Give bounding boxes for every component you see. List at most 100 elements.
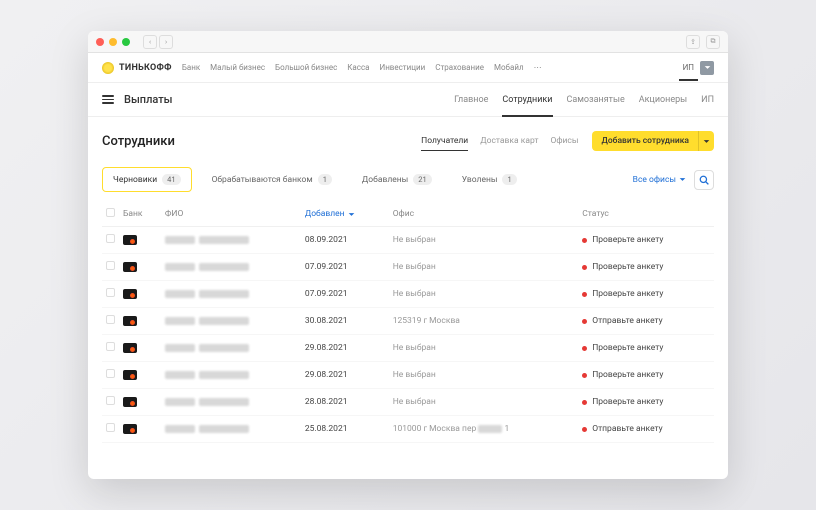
- fio-redacted: [165, 317, 297, 325]
- nav-link[interactable]: Малый бизнес: [210, 63, 265, 72]
- minimize-window-icon[interactable]: [109, 38, 117, 46]
- row-checkbox[interactable]: [106, 288, 115, 297]
- subnav-tab-active[interactable]: Сотрудники: [502, 95, 552, 105]
- chevron-down-icon: [679, 176, 686, 183]
- fio-redacted: [165, 344, 297, 352]
- col-added[interactable]: Добавлен: [301, 202, 389, 227]
- status-dot-icon: [582, 265, 587, 270]
- cell-date: 07.09.2021: [301, 254, 389, 281]
- status-tab[interactable]: Уволены1: [452, 167, 527, 192]
- cell-status: Проверьте анкету: [582, 235, 710, 245]
- row-checkbox[interactable]: [106, 261, 115, 270]
- cell-status: Проверьте анкету: [582, 262, 710, 272]
- nav-link[interactable]: Страхование: [435, 63, 484, 72]
- back-button[interactable]: ‹: [143, 35, 157, 49]
- col-fio[interactable]: ФИО: [161, 202, 301, 227]
- col-status[interactable]: Статус: [578, 202, 714, 227]
- cell-date: 30.08.2021: [301, 308, 389, 335]
- add-employee-dropdown[interactable]: [698, 131, 714, 151]
- table-row[interactable]: 28.08.2021Не выбранПроверьте анкету: [102, 389, 714, 416]
- office-filter[interactable]: Все офисы: [633, 175, 686, 185]
- top-nav: ТИНЬКОФФ Банк Малый бизнес Большой бизне…: [88, 53, 728, 83]
- cell-status: Проверьте анкету: [582, 397, 710, 407]
- office-filter-label: Все офисы: [633, 175, 676, 185]
- nav-link[interactable]: Большой бизнес: [275, 63, 337, 72]
- row-checkbox[interactable]: [106, 369, 115, 378]
- nav-link[interactable]: Инвестиции: [379, 63, 425, 72]
- table-row[interactable]: 30.08.2021125319 г МоскваОтправьте анкет…: [102, 308, 714, 335]
- bank-card-icon: [123, 316, 137, 326]
- brand-logo-icon: [102, 62, 114, 74]
- row-checkbox[interactable]: [106, 342, 115, 351]
- top-nav-links: Банк Малый бизнес Большой бизнес Касса И…: [182, 63, 542, 72]
- view-tab-active[interactable]: Получатели: [421, 136, 468, 146]
- cell-office: 101000 г Москва пер 1: [389, 416, 579, 443]
- titlebar: ‹ › ⇪ ⧉: [88, 31, 728, 53]
- brand-logo[interactable]: ТИНЬКОФФ: [102, 62, 172, 74]
- chevron-down-icon: [704, 64, 711, 71]
- status-tab[interactable]: Черновики41: [102, 167, 192, 192]
- cell-date: 25.08.2021: [301, 416, 389, 443]
- row-checkbox[interactable]: [106, 396, 115, 405]
- cell-status: Проверьте анкету: [582, 289, 710, 299]
- view-tab[interactable]: Доставка карт: [480, 136, 538, 146]
- status-dot-icon: [582, 292, 587, 297]
- status-dot-icon: [582, 346, 587, 351]
- status-dot-icon: [582, 400, 587, 405]
- row-checkbox[interactable]: [106, 423, 115, 432]
- subnav-tab[interactable]: Акционеры: [639, 95, 687, 105]
- status-tab[interactable]: Обрабатываются банком1: [202, 167, 342, 192]
- fio-redacted: [165, 371, 297, 379]
- col-bank[interactable]: Банк: [119, 202, 161, 227]
- table-row[interactable]: 29.08.2021Не выбранПроверьте анкету: [102, 335, 714, 362]
- cell-office: Не выбран: [389, 335, 579, 362]
- nav-link[interactable]: Мобайл: [494, 63, 524, 72]
- cell-office: 125319 г Москва: [389, 308, 579, 335]
- cell-office: Не выбран: [389, 281, 579, 308]
- forward-button[interactable]: ›: [159, 35, 173, 49]
- status-tab[interactable]: Добавлены21: [352, 167, 442, 192]
- bank-card-icon: [123, 424, 137, 434]
- profile-switcher[interactable]: ИП: [683, 63, 694, 72]
- profile-dropdown-button[interactable]: [700, 61, 714, 75]
- nav-link[interactable]: Банк: [182, 63, 200, 72]
- main-content: Сотрудники Получатели Доставка карт Офис…: [88, 117, 728, 479]
- fio-redacted: [165, 290, 297, 298]
- cell-status: Проверьте анкету: [582, 343, 710, 353]
- table-row[interactable]: 07.09.2021Не выбранПроверьте анкету: [102, 281, 714, 308]
- employees-table: Банк ФИО Добавлен Офис Статус 08.09.2021…: [102, 202, 714, 443]
- chevron-down-icon: [703, 138, 710, 145]
- count-badge: 21: [413, 174, 431, 185]
- cell-office: Не выбран: [389, 227, 579, 254]
- bank-card-icon: [123, 235, 137, 245]
- subnav-tab[interactable]: ИП: [701, 95, 714, 105]
- table-row[interactable]: 08.09.2021Не выбранПроверьте анкету: [102, 227, 714, 254]
- nav-link[interactable]: Касса: [347, 63, 369, 72]
- count-badge: 41: [162, 174, 180, 185]
- cell-office: Не выбран: [389, 254, 579, 281]
- cell-office: Не выбран: [389, 362, 579, 389]
- cell-status: Отправьте анкету: [582, 424, 710, 434]
- share-icon[interactable]: ⇪: [686, 35, 700, 49]
- bank-card-icon: [123, 397, 137, 407]
- nav-more[interactable]: ⋯: [534, 63, 542, 72]
- table-row[interactable]: 29.08.2021Не выбранПроверьте анкету: [102, 362, 714, 389]
- subnav-tab[interactable]: Самозанятые: [567, 95, 625, 105]
- add-employee-button[interactable]: Добавить сотрудника: [592, 131, 698, 151]
- bank-card-icon: [123, 370, 137, 380]
- subnav-tab[interactable]: Главное: [454, 95, 488, 105]
- tabs-icon[interactable]: ⧉: [706, 35, 720, 49]
- col-office[interactable]: Офис: [389, 202, 579, 227]
- close-window-icon[interactable]: [96, 38, 104, 46]
- profile-prefix: ИП: [683, 63, 694, 72]
- row-checkbox[interactable]: [106, 315, 115, 324]
- table-row[interactable]: 25.08.2021101000 г Москва пер 1Отправьте…: [102, 416, 714, 443]
- menu-button[interactable]: [102, 95, 114, 104]
- cell-date: 28.08.2021: [301, 389, 389, 416]
- select-all-checkbox[interactable]: [106, 208, 115, 217]
- view-tab[interactable]: Офисы: [551, 136, 579, 146]
- maximize-window-icon[interactable]: [122, 38, 130, 46]
- row-checkbox[interactable]: [106, 234, 115, 243]
- table-row[interactable]: 07.09.2021Не выбранПроверьте анкету: [102, 254, 714, 281]
- search-button[interactable]: [694, 170, 714, 190]
